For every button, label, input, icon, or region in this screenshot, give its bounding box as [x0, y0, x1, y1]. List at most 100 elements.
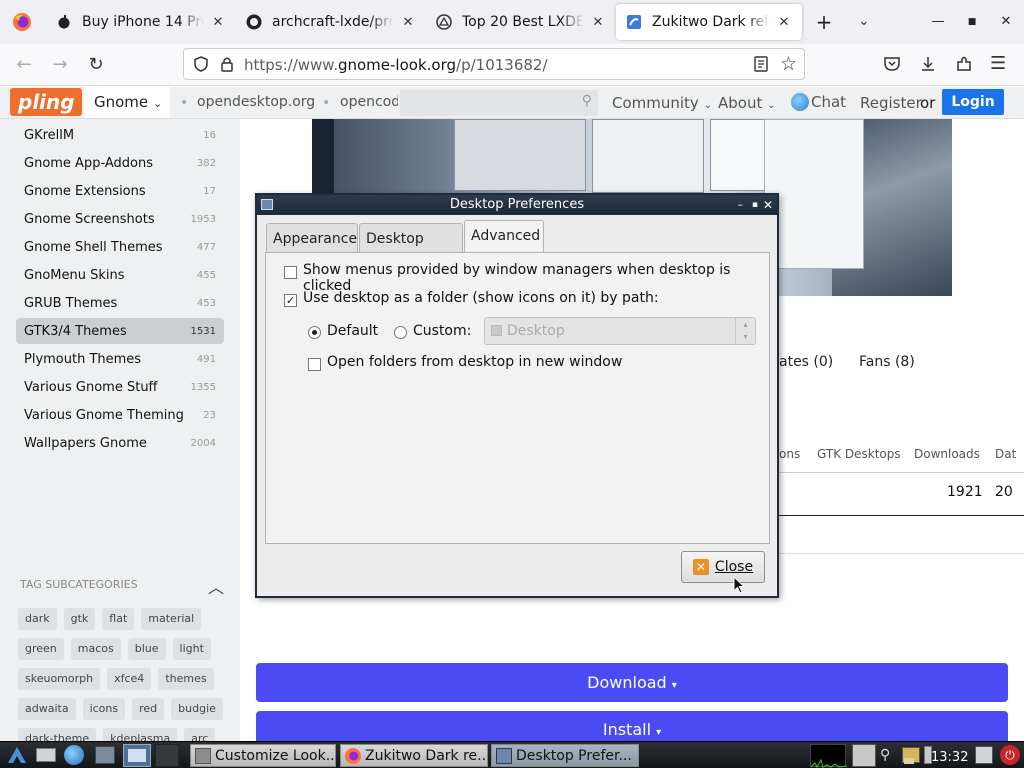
install-button[interactable]: Install ▾: [256, 711, 1008, 741]
tag-chip[interactable]: xfce4: [107, 668, 152, 690]
tag-chip[interactable]: arc: [184, 728, 216, 741]
search-input[interactable]: ⚲: [400, 90, 598, 116]
tag-chip[interactable]: blue: [127, 638, 166, 660]
magnifier-icon[interactable]: ⚲: [880, 747, 896, 763]
use-desktop-checkbox[interactable]: ✓: [284, 294, 297, 307]
custom-label[interactable]: Custom:: [413, 323, 471, 339]
hamburger-menu-icon[interactable]: ☰: [990, 54, 1010, 74]
category-item[interactable]: GRUB Themes 453: [16, 290, 224, 316]
use-desktop-label[interactable]: Use desktop as a folder (show icons on i…: [303, 290, 659, 306]
about-menu[interactable]: About ⌄: [718, 94, 776, 112]
category-item[interactable]: Various Gnome Stuff 1355: [16, 374, 224, 400]
fans-tab[interactable]: Fans (8): [859, 354, 915, 370]
category-item[interactable]: GKrellM 16: [16, 122, 224, 148]
task-customize-look[interactable]: Customize Look...: [190, 744, 336, 767]
close-window-icon[interactable]: ✕: [994, 10, 1018, 34]
start-menu-icon[interactable]: [6, 745, 28, 765]
file-manager-icon[interactable]: [95, 746, 115, 764]
category-item[interactable]: Gnome Extensions 17: [16, 178, 224, 204]
downloads-icon[interactable]: [918, 54, 938, 74]
reader-view-icon[interactable]: [752, 55, 770, 73]
tab-buy-iphone[interactable]: Buy iPhone 14 Pro a ✕: [46, 0, 236, 44]
category-item[interactable]: Plymouth Themes 491: [16, 346, 224, 372]
show-menus-checkbox[interactable]: [284, 266, 297, 279]
close-tab-icon[interactable]: ✕: [400, 15, 416, 30]
extensions-icon[interactable]: [954, 54, 974, 74]
download-button[interactable]: Download ▾: [256, 663, 1008, 702]
category-item[interactable]: Gnome Shell Themes 477: [16, 234, 224, 260]
forward-icon[interactable]: →: [46, 52, 74, 78]
link-opendesktop[interactable]: opendesktop.org: [197, 94, 315, 110]
tab-archcraft[interactable]: archcraft-lxde/profi ✕: [236, 0, 426, 44]
community-menu[interactable]: Community ⌄: [612, 94, 712, 112]
tag-chip[interactable]: kdeplasma: [103, 728, 178, 741]
shield-icon[interactable]: [192, 55, 210, 73]
category-item[interactable]: Wallpapers Gnome 2004: [16, 430, 224, 456]
show-desktop-icon[interactable]: [36, 748, 56, 762]
likes-tab-partial[interactable]: ates (0): [779, 354, 833, 370]
tab-top-20-lxde[interactable]: Top 20 Best LXDE T ✕: [426, 0, 616, 44]
tag-chip[interactable]: icons: [82, 698, 126, 720]
default-label[interactable]: Default: [327, 323, 378, 339]
link-opencode[interactable]: opencode: [340, 94, 398, 110]
path-chooser[interactable]: Desktop ▴ ▾: [484, 317, 756, 345]
tag-chip[interactable]: gtk: [63, 608, 96, 630]
dialog-titlebar[interactable]: Desktop Preferences – ▪ ✕: [257, 195, 777, 215]
tag-chip[interactable]: adwaita: [18, 698, 76, 720]
task-firefox[interactable]: Zukitwo Dark re...: [340, 744, 488, 767]
workspace-2-icon[interactable]: [155, 744, 179, 767]
close-tab-icon[interactable]: ✕: [776, 15, 792, 30]
lock-screen-icon[interactable]: [975, 746, 993, 764]
tag-chip[interactable]: red: [132, 698, 165, 720]
pocket-icon[interactable]: [882, 54, 902, 74]
minimize-icon[interactable]: —: [926, 10, 950, 34]
category-item-selected[interactable]: GTK3/4 Themes 1531: [16, 318, 224, 344]
custom-radio[interactable]: [394, 326, 407, 339]
tag-chip[interactable]: skeuomorph: [18, 668, 101, 690]
category-item[interactable]: Various Gnome Theming 23: [16, 402, 224, 428]
tag-chip[interactable]: green: [18, 638, 64, 660]
lock-icon[interactable]: [218, 55, 236, 73]
section-dropdown[interactable]: Gnome ⌄: [84, 87, 170, 118]
category-item[interactable]: GnoMenu Skins 455: [16, 262, 224, 288]
firefox-menu-icon[interactable]: [0, 0, 44, 44]
tag-chip[interactable]: budgie: [171, 698, 223, 720]
chat-link[interactable]: Chat: [791, 93, 846, 111]
tag-chip[interactable]: dark: [18, 608, 57, 630]
url-bar[interactable]: https://www.gnome-look.org/p/1013682/ ☆: [183, 48, 805, 80]
tag-chip[interactable]: macos: [70, 638, 121, 660]
login-button[interactable]: Login: [942, 89, 1004, 115]
clock[interactable]: 13:32: [931, 750, 968, 765]
close-tab-icon[interactable]: ✕: [210, 15, 226, 30]
new-tab-button[interactable]: +: [812, 10, 836, 34]
default-radio[interactable]: [308, 326, 321, 339]
power-icon[interactable]: ⏻: [1000, 745, 1020, 765]
tag-chip[interactable]: material: [141, 608, 202, 630]
open-folders-checkbox[interactable]: [308, 358, 321, 371]
back-icon[interactable]: ←: [10, 52, 38, 78]
maximize-icon[interactable]: ▪: [752, 195, 758, 215]
close-button[interactable]: ✕ Close: [681, 551, 765, 583]
tab-desktop-icons[interactable]: Desktop Icons: [359, 223, 463, 277]
list-tabs-icon[interactable]: ⌄: [852, 10, 876, 34]
workspace-icon[interactable]: [123, 744, 151, 767]
tag-chip[interactable]: flat: [102, 608, 135, 630]
tag-chip[interactable]: dark-theme: [18, 728, 97, 741]
minimize-icon[interactable]: –: [738, 195, 744, 215]
tag-chip[interactable]: themes: [158, 668, 214, 690]
tab-advanced[interactable]: Advanced: [464, 220, 544, 253]
tag-chip[interactable]: light: [172, 638, 211, 660]
pling-logo[interactable]: pling: [10, 88, 82, 116]
tray-widget-icon[interactable]: [852, 744, 876, 767]
search-icon[interactable]: ⚲: [582, 93, 592, 109]
close-tab-icon[interactable]: ✕: [590, 15, 606, 30]
maximize-icon[interactable]: ■: [960, 10, 984, 34]
web-browser-icon[interactable]: [64, 745, 84, 765]
register-link[interactable]: Register: [860, 94, 922, 112]
category-item[interactable]: Gnome App-Addons 382: [16, 150, 224, 176]
task-desktop-preferences-active[interactable]: Desktop Prefer...: [491, 744, 639, 767]
tab-appearance[interactable]: Appearance: [266, 223, 358, 253]
open-folders-label[interactable]: Open folders from desktop in new window: [327, 354, 622, 370]
category-item[interactable]: Gnome Screenshots 1953: [16, 206, 224, 232]
close-icon[interactable]: ✕: [763, 195, 773, 215]
